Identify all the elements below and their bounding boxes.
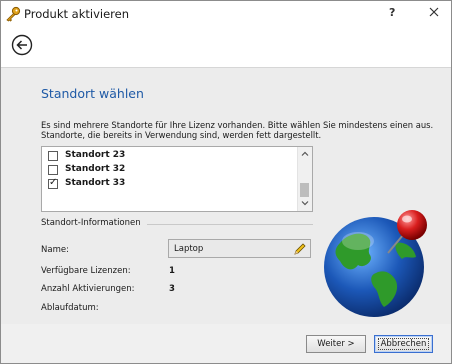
- help-button[interactable]: ?: [389, 6, 395, 19]
- name-value: Laptop: [174, 244, 204, 254]
- checkmark-icon: ✓: [49, 177, 58, 188]
- scroll-up-icon[interactable]: [301, 150, 309, 158]
- location-checkbox[interactable]: ✓: [48, 177, 58, 189]
- page-title: Standort wählen: [41, 86, 144, 101]
- button-bar: Weiter > Abbrechen: [1, 324, 451, 363]
- expiry-label: Ablaufdatum:: [41, 303, 99, 313]
- globe-pin-icon: [324, 210, 427, 317]
- location-checkbox[interactable]: [48, 151, 58, 161]
- name-field[interactable]: Laptop: [168, 239, 311, 258]
- location-label: Standort 32: [65, 164, 126, 174]
- cancel-button[interactable]: Abbrechen: [374, 335, 433, 353]
- licenses-label: Verfügbare Lizenzen:: [41, 266, 131, 276]
- list-item-location-23[interactable]: Standort 23: [48, 150, 288, 164]
- activations-label: Anzahl Aktivierungen:: [41, 284, 135, 294]
- pencil-icon[interactable]: [293, 242, 307, 256]
- scrollbar-thumb[interactable]: [300, 183, 309, 197]
- list-item-location-32[interactable]: Standort 32: [48, 164, 288, 178]
- wizard-content: Standort wählen Es sind mehrere Standort…: [1, 67, 451, 325]
- title-bar: Produkt aktivieren ?: [1, 1, 451, 27]
- window-title: Produkt aktivieren: [24, 7, 129, 21]
- cancel-button-label: Abbrechen: [380, 339, 427, 349]
- location-label: Standort 33: [65, 178, 126, 188]
- activation-dialog: Produkt aktivieren ? Standort wählen Es …: [0, 0, 452, 364]
- close-icon[interactable]: [421, 2, 447, 24]
- location-label: Standort 23: [65, 150, 126, 160]
- section-divider: [147, 224, 313, 225]
- back-arrow-icon[interactable]: [11, 34, 33, 56]
- list-scrollbar[interactable]: [297, 147, 312, 211]
- scroll-down-icon[interactable]: [301, 199, 309, 207]
- activations-value: 3: [169, 284, 175, 294]
- location-list[interactable]: Standort 23 Standort 32 ✓ Standort 33: [41, 146, 313, 212]
- nav-bar: [1, 27, 451, 67]
- next-button[interactable]: Weiter >: [306, 335, 366, 353]
- licenses-value: 1: [169, 266, 175, 276]
- section-title-info: Standort-Informationen: [41, 218, 141, 228]
- location-checkbox[interactable]: [48, 165, 58, 175]
- key-icon: [6, 6, 21, 22]
- name-label: Name:: [41, 245, 69, 255]
- page-description: Es sind mehrere Standorte für Ihre Lizen…: [41, 120, 434, 140]
- list-item-location-33[interactable]: ✓ Standort 33: [48, 177, 288, 192]
